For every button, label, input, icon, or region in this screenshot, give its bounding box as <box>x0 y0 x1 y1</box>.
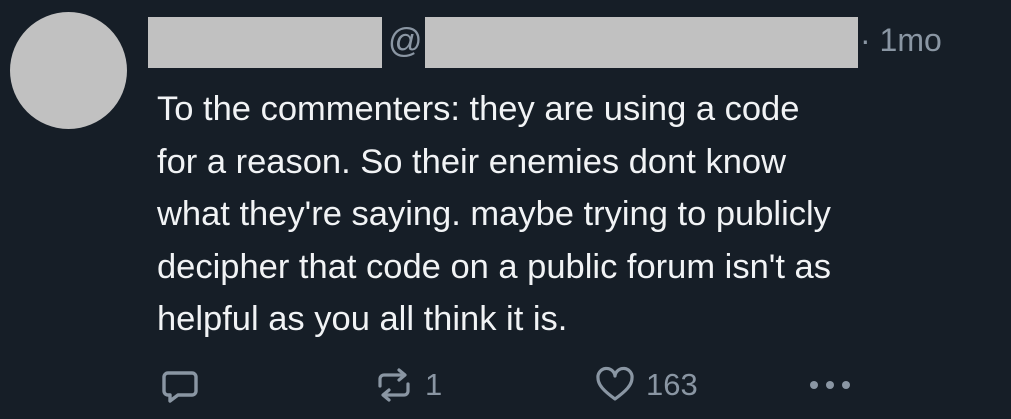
action-bar: 1 163 <box>157 362 877 408</box>
post-text-line: helpful as you all think it is. <box>157 300 568 338</box>
post-text-line: for a reason. So their enemies dont know <box>157 142 787 181</box>
at-symbol: @ <box>388 22 423 60</box>
post-text-line: decipher that code on a public forum isn… <box>157 247 831 286</box>
repost-button[interactable]: 1 <box>371 362 442 408</box>
like-count: 163 <box>646 367 698 402</box>
repost-count: 1 <box>425 367 443 402</box>
post-text: To the commenters: they are using a code… <box>157 83 997 346</box>
more-options-button[interactable] <box>803 362 859 408</box>
post-text-line: what they're saying. maybe trying to pub… <box>157 195 831 233</box>
like-button[interactable]: 163 <box>592 362 698 408</box>
avatar[interactable] <box>10 12 127 129</box>
display-name-redacted[interactable] <box>148 17 382 68</box>
post-header: @ · 1mo <box>148 14 998 68</box>
post: @ · 1mo To the commenters: they are usin… <box>0 0 1011 419</box>
post-text-line: To the commenters: they are using a code <box>157 90 800 128</box>
repost-arrows-icon <box>378 368 410 402</box>
timestamp[interactable]: · 1mo <box>860 20 942 60</box>
speech-bubble-icon <box>162 371 198 403</box>
heart-outline-icon <box>596 366 634 401</box>
reply-button[interactable] <box>157 362 203 408</box>
ellipsis-icon <box>810 381 850 389</box>
handle-redacted[interactable] <box>425 17 858 68</box>
